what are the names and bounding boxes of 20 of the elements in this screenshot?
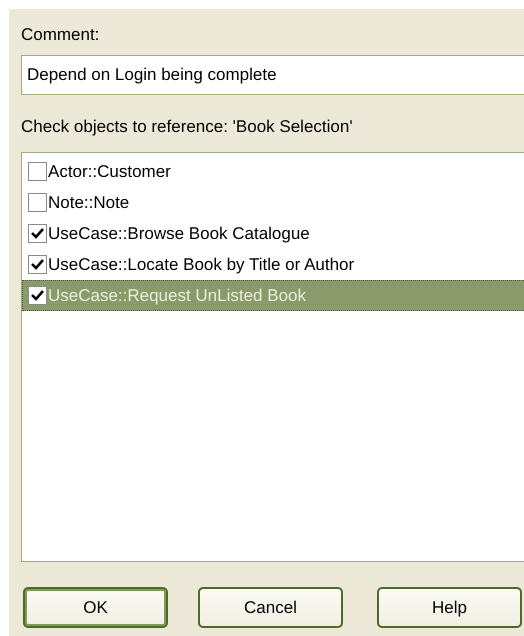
list-label: Check objects to reference: 'Book Selection' [21,116,354,138]
field-label: Comment: [21,24,100,46]
list-item[interactable]: UseCase::Browse Book Catalogue [22,218,524,249]
dialog-button[interactable]: OK [23,587,168,628]
list-item[interactable]: Note::Note [22,187,524,218]
item-label: UseCase::Locate Book by Title or Author [48,254,354,274]
item-label: UseCase::Browse Book Catalogue [48,224,310,244]
checkbox[interactable] [28,224,47,243]
comment-field[interactable]: Depend on Login being complete [21,55,524,95]
list-item[interactable]: Actor::Customer [22,156,524,187]
checkbox[interactable] [28,255,47,274]
checkbox[interactable] [28,193,47,212]
dialog-button[interactable]: Cancel [198,587,343,628]
checkbox[interactable] [28,162,47,181]
dialog-button[interactable]: Help [377,587,522,628]
list-item[interactable]: UseCase::Locate Book by Title or Author [22,249,524,280]
item-label: Note::Note [48,192,130,212]
item-label: UseCase::Request UnListed Book [48,286,306,306]
checkbox[interactable] [28,286,47,305]
item-label: Actor::Customer [48,162,171,182]
